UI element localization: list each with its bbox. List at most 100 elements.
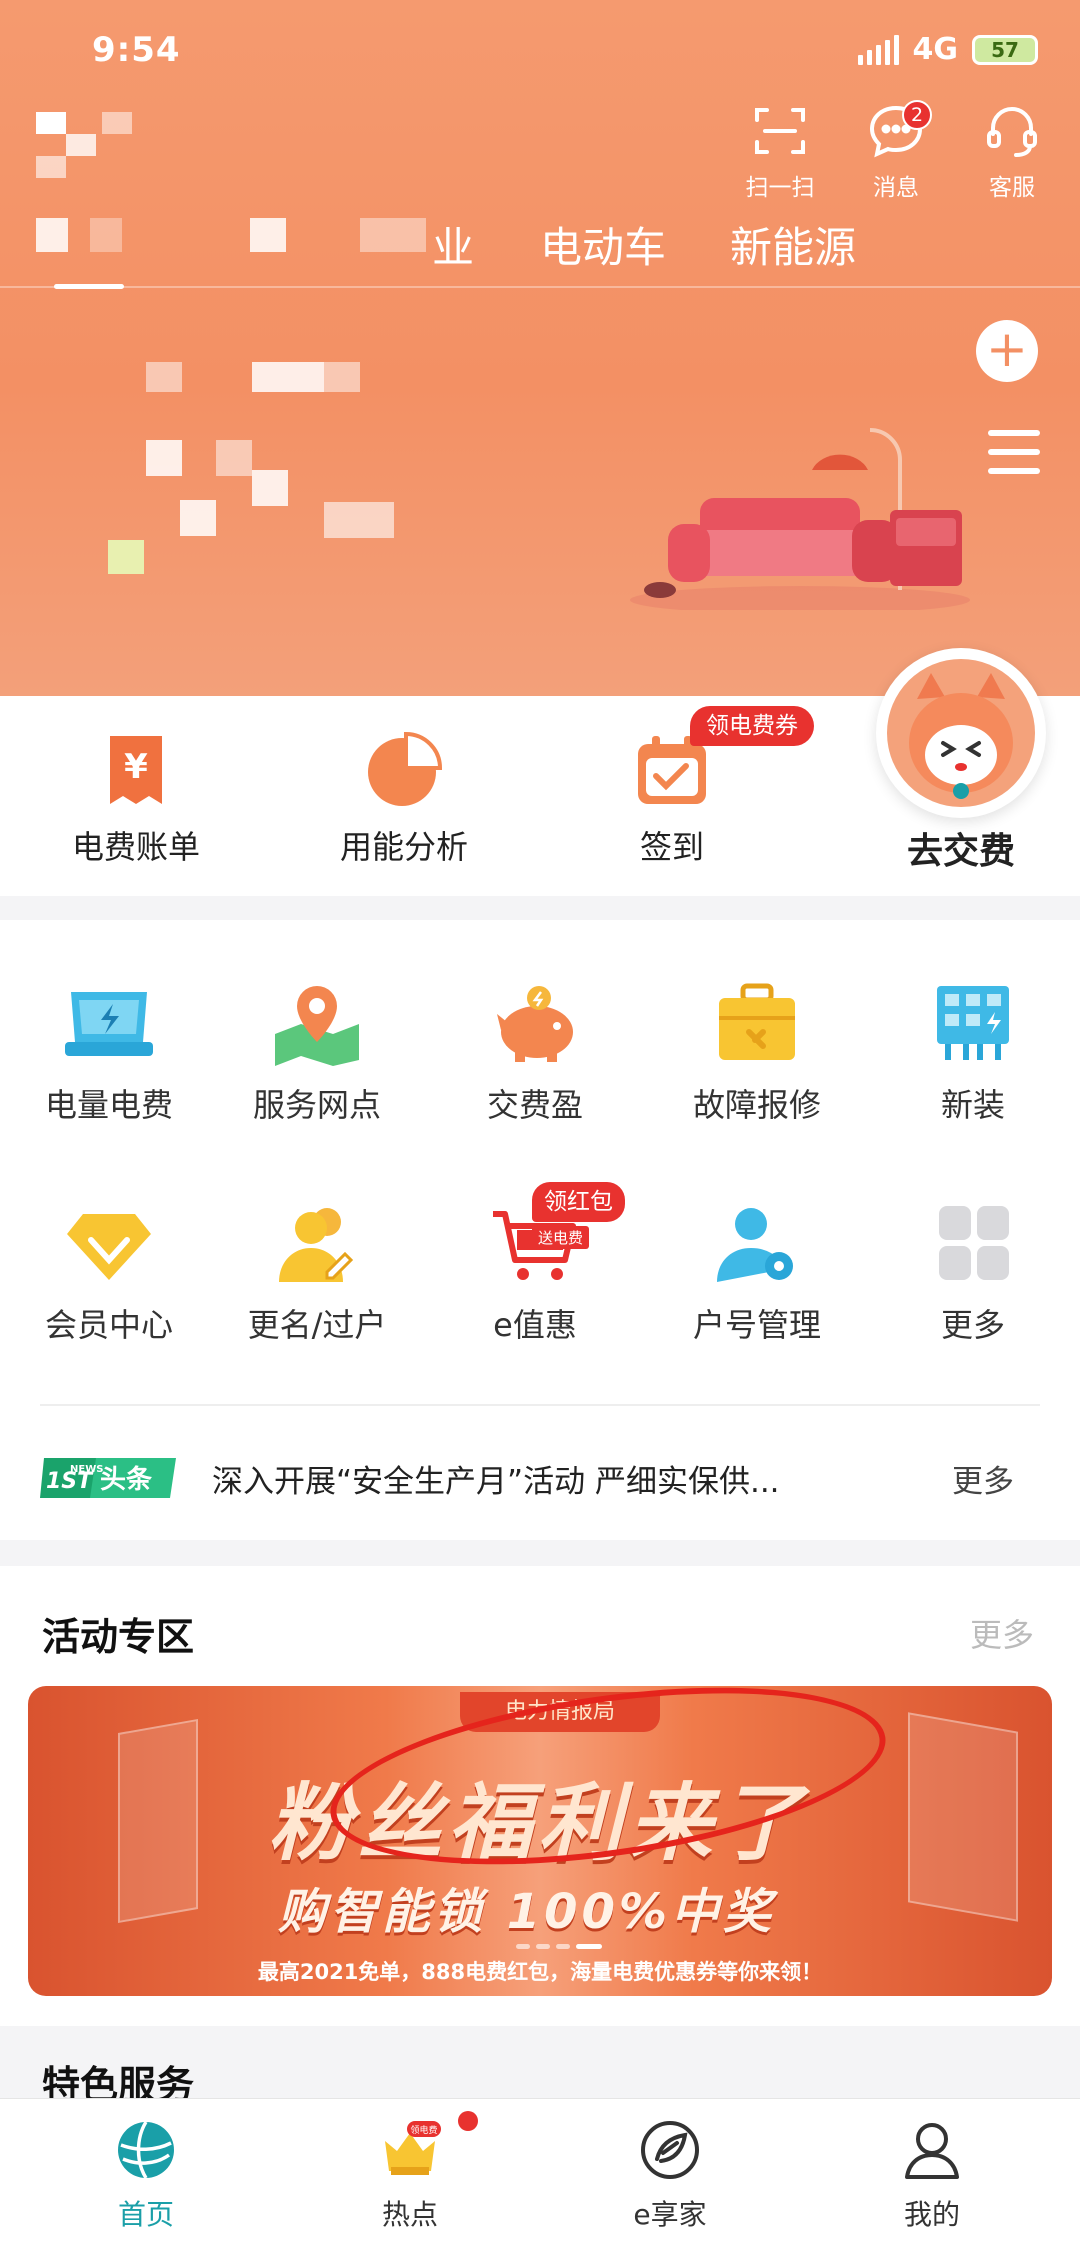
nav-hot-tag: 领电费 xyxy=(410,2124,437,2136)
piggy-bank-icon xyxy=(497,986,573,1062)
nav-home[interactable]: 首页 xyxy=(56,2117,236,2233)
service-more[interactable]: 更多 xyxy=(878,1202,1068,1346)
news-ticker[interactable]: 1ST NEWS 头条 深入开展“安全生产月”活动 严细实保供... 更多 xyxy=(0,1420,1080,1530)
svg-text:¥: ¥ xyxy=(124,747,148,787)
status-indicators: 4G 57 xyxy=(857,32,1038,67)
checkin-label: 签到 xyxy=(639,828,704,866)
blurred-account xyxy=(324,362,360,392)
top-toolbar: 扫一扫 2 消息 客服 xyxy=(736,100,1056,202)
service-new-install[interactable]: 新装 xyxy=(878,982,1068,1126)
service-label: e值惠 xyxy=(493,1306,577,1344)
globe-icon xyxy=(118,2121,174,2179)
headline-logo-icon: 1ST NEWS 头条 xyxy=(40,1458,176,1498)
service-label: 更名/过户 xyxy=(247,1306,387,1344)
nav-label: 我的 xyxy=(903,2198,960,2231)
meter-icon xyxy=(65,992,153,1056)
news-more-link[interactable]: 更多 xyxy=(952,1456,1014,1501)
user-icon xyxy=(905,2123,959,2179)
coupon-tag: 领电费券 xyxy=(690,706,814,746)
pay-button[interactable] xyxy=(876,648,1046,818)
status-time: 9:54 xyxy=(92,30,181,70)
tab-new-energy[interactable]: 新能源 xyxy=(730,214,856,275)
activity-section: 活动专区 更多 电力情报局 粉丝福利来了 购智能锁 100%中奖 最高2021免… xyxy=(0,1566,1080,2026)
add-account-button[interactable]: + xyxy=(976,320,1038,382)
headset-icon xyxy=(987,107,1037,157)
service-jiaofeiying[interactable]: 交费盈 xyxy=(440,982,630,1126)
hero-header: 9:54 4G 57 扫一扫 2 消息 客服 业 电动车 新能源 + xyxy=(0,0,1080,700)
bill-label: 电费账单 xyxy=(71,828,200,866)
user-gear-icon xyxy=(717,1208,793,1282)
blurred-tab-part xyxy=(90,218,122,252)
sofa-illustration xyxy=(630,428,970,610)
service-rename-transfer[interactable]: 更名/过户 xyxy=(222,1202,412,1346)
map-pin-icon xyxy=(275,986,359,1066)
service-account-management[interactable]: 户号管理 xyxy=(662,1202,852,1346)
crown-gift-icon: 领电费 xyxy=(385,2121,441,2175)
energy-analysis-button[interactable]: 用能分析 xyxy=(304,730,504,868)
nav-mine[interactable]: 我的 xyxy=(842,2117,1022,2233)
blurred-account xyxy=(180,500,216,536)
customer-service-button[interactable]: 客服 xyxy=(968,100,1056,202)
service-label: 交费盈 xyxy=(486,1086,583,1124)
channel-tabs: 业 电动车 新能源 xyxy=(0,208,1080,474)
blurred-account xyxy=(108,540,144,574)
yuan-bill-icon: ¥ xyxy=(110,736,162,804)
blurred-account xyxy=(146,362,182,392)
bill-button[interactable]: ¥ 电费账单 xyxy=(36,730,236,868)
analysis-label: 用能分析 xyxy=(339,828,468,866)
service-label: 新装 xyxy=(940,1086,1005,1124)
scan-button[interactable]: 扫一扫 xyxy=(736,100,824,202)
checkin-button[interactable]: 签到 xyxy=(572,730,772,868)
section-title: 活动专区 xyxy=(42,1615,195,1659)
service-repair[interactable]: 故障报修 xyxy=(662,982,852,1126)
news-logo-text: 头条 xyxy=(100,1465,153,1495)
service-electricity-fee[interactable]: 电量电费 xyxy=(14,982,204,1126)
blurred-tab[interactable] xyxy=(36,218,68,252)
diamond-icon xyxy=(67,1214,151,1280)
blurred-account xyxy=(146,440,182,476)
fee-gift-tag: 送电费 xyxy=(532,1226,590,1249)
nav-label: e享家 xyxy=(633,2198,707,2231)
messages-label: 消息 xyxy=(873,175,919,201)
tab-industry[interactable]: 业 xyxy=(432,214,474,275)
blurred-account xyxy=(252,362,324,392)
service-label: 更多 xyxy=(940,1306,1005,1344)
news-headline[interactable]: 深入开展“安全生产月”活动 严细实保供... xyxy=(212,1456,780,1501)
pay-label[interactable]: 去交费 xyxy=(876,822,1046,874)
service-label: 服务网点 xyxy=(252,1086,381,1124)
blurred-tab-2-part xyxy=(360,218,426,252)
network-type: 4G xyxy=(912,32,959,67)
user-edit-icon xyxy=(279,1208,354,1282)
banner-decoration xyxy=(908,1712,1018,1922)
service-label: 户号管理 xyxy=(692,1306,821,1344)
blurred-account xyxy=(252,470,288,506)
nav-hot[interactable]: 领电费 热点 xyxy=(320,2117,500,2233)
pie-chart-icon xyxy=(368,731,443,806)
notification-dot xyxy=(458,2111,478,2131)
menu-icon[interactable] xyxy=(988,430,1040,474)
activity-banner[interactable]: 电力情报局 粉丝福利来了 购智能锁 100%中奖 最高2021免单，888电费红… xyxy=(28,1686,1052,1996)
toolbox-icon xyxy=(719,983,795,1060)
message-count-badge: 2 xyxy=(902,100,932,130)
service-outlets[interactable]: 服务网点 xyxy=(222,982,412,1126)
nav-e-xiangjia[interactable]: e享家 xyxy=(580,2117,760,2233)
tab-electric-vehicle[interactable]: 电动车 xyxy=(540,214,666,275)
service-label: 故障报修 xyxy=(692,1086,821,1124)
blurred-tab-2[interactable] xyxy=(250,218,286,252)
battery-icon: 57 xyxy=(972,34,1038,65)
banner-decoration xyxy=(118,1718,198,1924)
service-e-zhihui[interactable]: e值惠 xyxy=(440,1202,630,1346)
blurred-account xyxy=(216,440,252,476)
messages-button[interactable]: 2 消息 xyxy=(852,100,940,202)
activity-more-link[interactable]: 更多 xyxy=(970,1610,1034,1656)
solar-panel-icon xyxy=(937,986,1009,1060)
scan-label: 扫一扫 xyxy=(745,175,815,201)
leaf-e-icon xyxy=(641,2121,699,2179)
news-logo-small: NEWS xyxy=(70,1464,103,1475)
nav-label: 热点 xyxy=(381,2198,438,2231)
red-packet-tag: 领红包 xyxy=(532,1182,625,1222)
bottom-navigation: 首页 领电费 热点 e享家 我的 xyxy=(0,2098,1080,2248)
service-member-center[interactable]: 会员中心 xyxy=(14,1202,204,1346)
nav-label: 首页 xyxy=(117,2198,174,2231)
signal-icon xyxy=(857,34,899,65)
